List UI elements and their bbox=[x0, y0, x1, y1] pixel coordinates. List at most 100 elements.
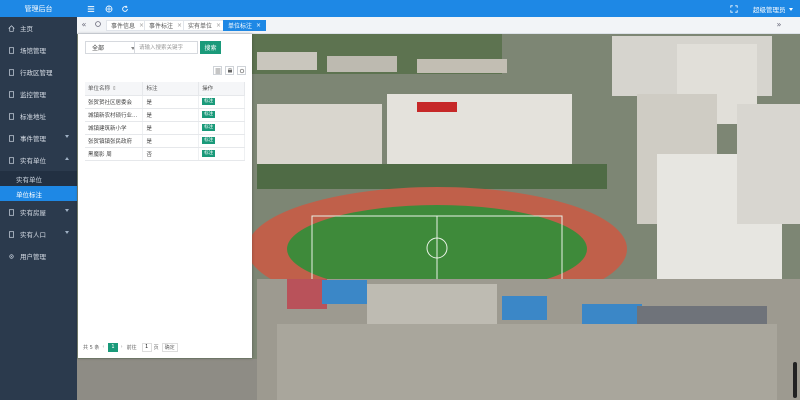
table-row[interactable]: 城镇建筑新小学 是 标注 bbox=[85, 121, 245, 135]
sidebar-item-label: 场馆管理 bbox=[20, 47, 46, 55]
unit-marking-panel: 全部 搜索 单位名称⇕ 标注 操作 张贺贺社区居委会 是 标注 城镇新农村硕行业… bbox=[78, 34, 252, 358]
tabs-bar: « 事件信息 × 事件标注 × 实有单位 × 单位标注 × » bbox=[77, 17, 800, 34]
sidebar-item-label: 标准地址 bbox=[20, 113, 46, 121]
sidebar-item-home[interactable]: 主页 bbox=[0, 17, 77, 39]
search-button[interactable]: 搜索 bbox=[200, 41, 221, 54]
cell-unit-name: 张贺贺社区居委会 bbox=[85, 95, 144, 109]
filter-select[interactable]: 全部 bbox=[85, 41, 141, 54]
cell-mark: 是 bbox=[142, 108, 200, 122]
table-row[interactable]: 张贺镇镇张民政府 是 标注 bbox=[85, 134, 245, 148]
sort-icon[interactable]: ⇕ bbox=[112, 86, 117, 92]
close-icon[interactable]: × bbox=[216, 22, 221, 29]
mark-button[interactable]: 标注 bbox=[202, 137, 216, 144]
column-header-name[interactable]: 单位名称 ⇕ bbox=[85, 82, 144, 96]
cell-action: 标注 bbox=[198, 134, 245, 148]
sidebar-item-address[interactable]: 标准地址 bbox=[0, 105, 77, 127]
tab-event-marking[interactable]: 事件标注 × bbox=[144, 20, 188, 31]
menu-toggle-icon[interactable] bbox=[86, 4, 95, 13]
sidebar-item-label: 用户管理 bbox=[20, 253, 46, 261]
sidebar-subitem-units[interactable]: 实有单位 bbox=[0, 171, 77, 186]
sidebar-item-label: 行政区管理 bbox=[20, 69, 53, 77]
column-header-action: 操作 bbox=[198, 82, 245, 96]
sidebar-item-population[interactable]: 实有人口 bbox=[0, 223, 77, 245]
file-icon bbox=[7, 208, 15, 216]
column-label: 单位名称 bbox=[88, 86, 111, 93]
map-scrollbar[interactable] bbox=[793, 362, 797, 398]
cell-unit-name: 黑魔影 周 bbox=[85, 147, 144, 161]
chevron-down-icon bbox=[65, 135, 69, 138]
file-icon bbox=[7, 156, 15, 164]
goto-page-input[interactable] bbox=[141, 342, 152, 352]
sidebar-item-users[interactable]: 用户管理 bbox=[0, 245, 77, 267]
sidebar-item-venue[interactable]: 场馆管理 bbox=[0, 39, 77, 61]
cell-unit-name: 张贺镇镇张民政府 bbox=[85, 134, 144, 148]
close-icon[interactable]: × bbox=[177, 22, 182, 29]
tab-units[interactable]: 实有单位 × bbox=[183, 20, 227, 31]
file-icon bbox=[7, 112, 15, 120]
cell-action: 标注 bbox=[198, 147, 245, 161]
table-row[interactable]: 张贺贺社区居委会 是 标注 bbox=[85, 95, 245, 109]
globe-icon[interactable] bbox=[104, 4, 113, 13]
tab-unit-marking[interactable]: 单位标注 × bbox=[223, 20, 267, 31]
cell-action: 标注 bbox=[198, 121, 245, 135]
mark-button[interactable]: 标注 bbox=[202, 111, 216, 118]
mark-button[interactable]: 标注 bbox=[202, 124, 216, 131]
unit-table: 单位名称 ⇕ 标注 操作 张贺贺社区居委会 是 标注 城镇新农村硕行业... 是 … bbox=[85, 82, 245, 161]
sidebar-item-houses[interactable]: 实有房屋 bbox=[0, 201, 77, 223]
refresh-icon[interactable] bbox=[120, 4, 129, 13]
print-icon[interactable] bbox=[225, 66, 234, 75]
next-page-icon[interactable]: › bbox=[121, 344, 123, 350]
table-row[interactable]: 城镇新农村硕行业... 是 标注 bbox=[85, 108, 245, 122]
chevron-down-icon bbox=[65, 231, 69, 234]
gear-icon bbox=[7, 252, 15, 260]
tab-event-info[interactable]: 事件信息 × bbox=[106, 20, 150, 31]
sidebar-item-monitor[interactable]: 监控管理 bbox=[0, 83, 77, 105]
tab-label: 实有单位 bbox=[188, 23, 213, 30]
tabs-scroll-right-icon[interactable]: » bbox=[774, 20, 784, 30]
sidebar-item-label: 主页 bbox=[20, 25, 33, 33]
chevron-up-icon bbox=[65, 157, 69, 160]
goto-confirm-button[interactable]: 确定 bbox=[161, 342, 178, 352]
file-icon bbox=[7, 134, 15, 142]
app-title: 管理后台 bbox=[0, 0, 77, 17]
file-icon bbox=[7, 230, 15, 238]
sidebar-item-label: 监控管理 bbox=[20, 91, 46, 99]
settings-icon[interactable] bbox=[237, 66, 246, 75]
tabs-scroll-left-icon[interactable]: « bbox=[79, 20, 89, 30]
cell-mark: 是 bbox=[142, 121, 200, 135]
close-icon[interactable]: × bbox=[256, 22, 261, 29]
cell-mark: 否 bbox=[142, 147, 200, 161]
cell-unit-name: 城镇新农村硕行业... bbox=[85, 108, 144, 122]
sidebar-subitem-unit-marking[interactable]: 单位标注 bbox=[0, 186, 77, 201]
sidebar-item-events[interactable]: 事件管理 bbox=[0, 127, 77, 149]
sidebar: 管理后台 主页 场馆管理 行政区管理 监控管理 标准地址 事件管理 实有单位 实… bbox=[0, 0, 77, 400]
search-input[interactable] bbox=[134, 41, 198, 54]
fullscreen-icon[interactable] bbox=[729, 4, 738, 13]
user-menu[interactable]: 超级管理员 bbox=[753, 4, 793, 14]
home-tab-icon[interactable] bbox=[93, 20, 103, 30]
sidebar-item-label: 实有人口 bbox=[20, 231, 46, 239]
sidebar-item-district[interactable]: 行政区管理 bbox=[0, 61, 77, 83]
sidebar-submenu: 实有单位 单位标注 bbox=[0, 171, 77, 201]
sidebar-item-label: 实有房屋 bbox=[20, 209, 46, 217]
home-icon bbox=[7, 24, 15, 32]
prev-page-icon[interactable]: ‹ bbox=[102, 344, 104, 350]
file-icon bbox=[7, 90, 15, 98]
user-name: 超级管理员 bbox=[753, 6, 786, 14]
goto-prefix: 前往 bbox=[126, 344, 137, 351]
sidebar-item-units[interactable]: 实有单位 bbox=[0, 149, 77, 171]
page-button-current[interactable]: 1 bbox=[108, 342, 118, 352]
cell-mark: 是 bbox=[142, 95, 200, 109]
mark-button[interactable]: 标注 bbox=[202, 150, 216, 157]
mark-button[interactable]: 标注 bbox=[202, 98, 216, 105]
tab-label: 单位标注 bbox=[228, 23, 253, 30]
grid-view-icon[interactable] bbox=[213, 66, 222, 75]
tab-label: 事件信息 bbox=[111, 23, 136, 30]
sidebar-menu: 主页 场馆管理 行政区管理 监控管理 标准地址 事件管理 实有单位 实有单位 单… bbox=[0, 17, 77, 267]
file-icon bbox=[7, 68, 15, 76]
table-row[interactable]: 黑魔影 周 否 标注 bbox=[85, 147, 245, 161]
chevron-down-icon bbox=[65, 209, 69, 212]
cell-unit-name: 城镇建筑新小学 bbox=[85, 121, 144, 135]
pagination: 共 5 条 ‹ 1 › 前往 页 确定 bbox=[83, 342, 181, 352]
chevron-down-icon bbox=[788, 7, 793, 11]
